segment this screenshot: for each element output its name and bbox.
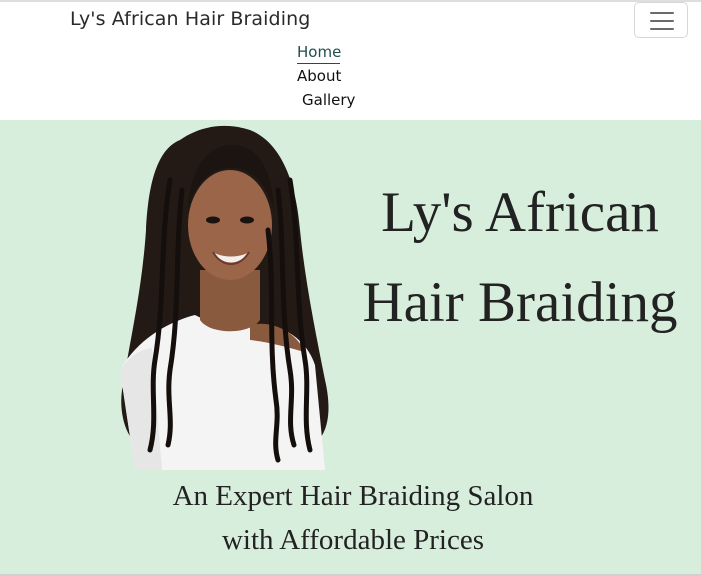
nav-link-about[interactable]: About xyxy=(297,67,341,85)
top-border xyxy=(0,0,701,2)
active-link-underline xyxy=(297,63,340,64)
hero-title-line: Hair Braiding xyxy=(362,271,678,334)
hero-title-line: Ly's African xyxy=(381,181,659,244)
navbar-toggler-button[interactable] xyxy=(634,2,688,38)
nav-link-gallery[interactable]: Gallery xyxy=(302,91,355,109)
hero-subtitle-line: An Expert Hair Braiding Salon xyxy=(172,480,534,512)
hero-subtitle-line: with Affordable Prices xyxy=(221,524,485,556)
hero-subtitle: An Expert Hair Braiding Salon with Affor… xyxy=(0,474,701,562)
nav-link-home[interactable]: Home xyxy=(297,43,341,61)
hero-title: Ly's African Hair Braiding xyxy=(340,168,700,348)
hero-portrait-image xyxy=(100,120,340,470)
hero-section: Ly's African Hair Braiding An Expert Hai… xyxy=(0,120,701,574)
navbar-brand[interactable]: Ly's African Hair Braiding xyxy=(70,8,310,30)
page: Ly's African Hair Braiding Home About Ga… xyxy=(0,0,701,576)
